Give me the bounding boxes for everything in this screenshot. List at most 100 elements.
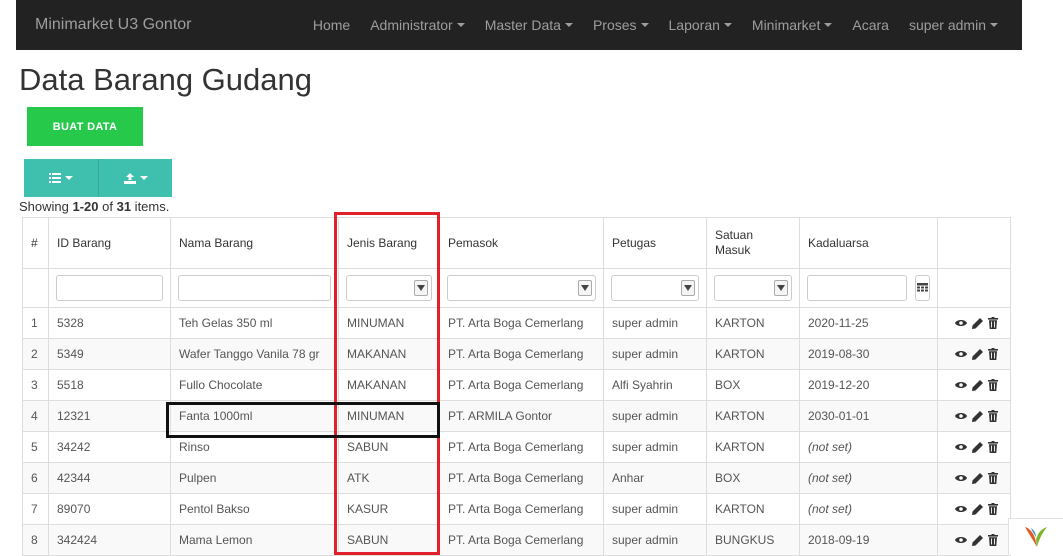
nav-item-administrator[interactable]: Administrator <box>360 0 474 50</box>
calendar-icon[interactable] <box>915 275 930 301</box>
nama-barang-filter-input[interactable] <box>178 275 331 301</box>
cell-jenis-barang: KASUR <box>338 493 440 525</box>
cell-kadaluarsa: (not set) <box>799 462 938 494</box>
delete-icon[interactable] <box>987 472 999 484</box>
kadaluarsa-filter-input[interactable] <box>807 275 907 301</box>
columns-toggle-button[interactable] <box>24 159 98 197</box>
create-button[interactable]: BUAT DATA <box>27 107 143 146</box>
row-actions <box>946 472 1002 484</box>
chevron-down-icon <box>456 23 465 27</box>
filter-cell <box>170 268 339 308</box>
view-icon[interactable] <box>955 348 967 360</box>
cell-pemasok: PT. Arta Boga Cemerlang <box>439 338 604 370</box>
cell-row-number: 1 <box>22 307 49 339</box>
delete-icon[interactable] <box>987 534 999 546</box>
nav-item-master-data[interactable]: Master Data <box>475 0 583 50</box>
cell-row-number: 6 <box>22 462 49 494</box>
view-icon[interactable] <box>955 503 967 515</box>
delete-icon[interactable] <box>987 410 999 422</box>
view-icon[interactable] <box>955 534 967 546</box>
delete-icon[interactable] <box>987 317 999 329</box>
view-icon[interactable] <box>955 410 967 422</box>
nav-item-acara[interactable]: Acara <box>842 0 899 50</box>
cell-actions <box>937 369 1011 401</box>
chevron-down-icon <box>681 280 695 296</box>
row-actions <box>946 534 1002 546</box>
cell-satuan-masuk: BOX <box>706 462 800 494</box>
chevron-down-icon <box>414 280 428 296</box>
view-icon[interactable] <box>955 317 967 329</box>
edit-icon[interactable] <box>971 503 983 515</box>
cell-id-barang: 89070 <box>48 493 171 525</box>
pemasok-filter-select[interactable] <box>447 275 596 301</box>
chevron-down-icon <box>990 23 998 27</box>
brand-link[interactable]: Minimarket U3 Gontor <box>35 16 192 34</box>
col-header-actions <box>937 217 1011 269</box>
cell-actions <box>937 524 1011 556</box>
nav-item-proses[interactable]: Proses <box>583 0 659 50</box>
yii-logo-icon <box>1025 527 1047 547</box>
col-header-kadaluarsa[interactable]: Kadaluarsa <box>799 217 938 269</box>
satuan-masuk-filter-select[interactable] <box>714 275 792 301</box>
view-icon[interactable] <box>955 379 967 391</box>
cell-kadaluarsa: 2019-12-20 <box>799 369 938 401</box>
cell-nama-barang: Wafer Tanggo Vanila 78 gr <box>170 338 339 370</box>
chevron-down-icon <box>824 23 833 27</box>
cell-pemasok: PT. Arta Boga Cemerlang <box>439 307 604 339</box>
cell-petugas: super admin <box>603 493 707 525</box>
delete-icon[interactable] <box>987 348 999 360</box>
cell-nama-barang: Pentol Bakso <box>170 493 339 525</box>
col-header-petugas[interactable]: Petugas <box>603 217 707 269</box>
edit-icon[interactable] <box>971 379 983 391</box>
col-header-pemasok[interactable]: Pemasok <box>439 217 604 269</box>
view-icon[interactable] <box>955 472 967 484</box>
col-header-number: # <box>22 217 49 269</box>
cell-petugas: super admin <box>603 338 707 370</box>
edit-icon[interactable] <box>971 317 983 329</box>
cell-actions <box>937 400 1011 432</box>
petugas-filter-select[interactable] <box>611 275 699 301</box>
export-button[interactable] <box>98 159 172 197</box>
cell-petugas: Anhar <box>603 462 707 494</box>
delete-icon[interactable] <box>987 441 999 453</box>
nav-item-super-admin[interactable]: super admin <box>899 0 1008 50</box>
nav-item-minimarket[interactable]: Minimarket <box>742 0 842 50</box>
view-icon[interactable] <box>955 441 967 453</box>
summary-text: Showing 1-20 of 31 items. <box>19 199 170 214</box>
id-barang-filter-input[interactable] <box>56 275 163 301</box>
col-header-jenis-barang[interactable]: Jenis Barang <box>338 217 440 269</box>
cell-satuan-masuk: KARTON <box>706 493 800 525</box>
col-header-id-barang[interactable]: ID Barang <box>48 217 171 269</box>
cell-nama-barang: Rinso <box>170 431 339 463</box>
filter-cell <box>48 268 171 308</box>
cell-jenis-barang: ATK <box>338 462 440 494</box>
col-header-satuan-masuk[interactable]: Satuan Masuk <box>706 217 800 269</box>
debug-toolbar-logo[interactable] <box>1008 518 1063 555</box>
table-row: 2 5349 Wafer Tanggo Vanila 78 gr MAKANAN PT.… <box>22 338 1011 370</box>
edit-icon[interactable] <box>971 472 983 484</box>
edit-icon[interactable] <box>971 441 983 453</box>
nav-item-label: Minimarket <box>751 17 821 33</box>
chevron-down-icon <box>640 23 649 27</box>
edit-icon[interactable] <box>971 534 983 546</box>
delete-icon[interactable] <box>987 379 999 391</box>
cell-jenis-barang: SABUN <box>338 431 440 463</box>
data-table: # ID Barang Nama Barang Jenis Barang Pem… <box>22 217 1011 556</box>
jenis-barang-filter-select[interactable] <box>346 275 432 301</box>
cell-satuan-masuk: KARTON <box>706 400 800 432</box>
nav-item-label: Proses <box>592 17 637 33</box>
table-row: 6 42344 Pulpen ATK PT. Arta Boga Cemerlang An… <box>22 462 1011 494</box>
col-header-nama-barang[interactable]: Nama Barang <box>170 217 339 269</box>
row-actions <box>946 503 1002 515</box>
row-actions <box>946 410 1002 422</box>
delete-icon[interactable] <box>987 503 999 515</box>
nav-item-home[interactable]: Home <box>303 0 360 50</box>
cell-satuan-masuk: KARTON <box>706 431 800 463</box>
cell-petugas: super admin <box>603 307 707 339</box>
edit-icon[interactable] <box>971 348 983 360</box>
table-body: 1 5328 Teh Gelas 350 ml MINUMAN PT. Arta Bog… <box>22 307 1011 556</box>
nav-item-laporan[interactable]: Laporan <box>659 0 742 50</box>
cell-actions <box>937 493 1011 525</box>
edit-icon[interactable] <box>971 410 983 422</box>
cell-kadaluarsa: 2018-09-19 <box>799 524 938 556</box>
